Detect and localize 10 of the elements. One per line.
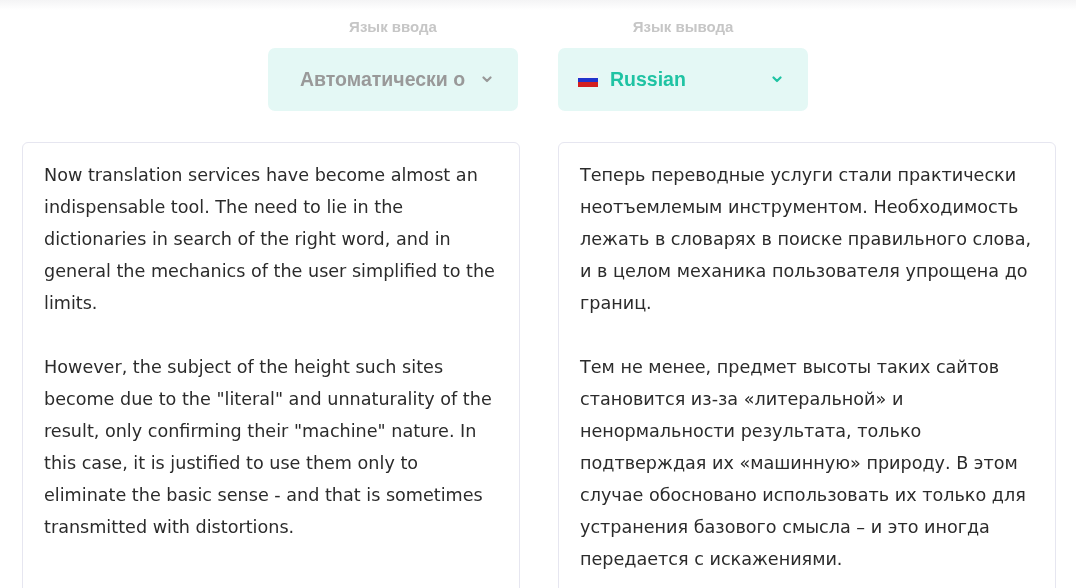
translation-paragraph: Тем не менее, предмет высоты таких сайтов становится из-за «литеральной» и ненормальности результата, только подтверждая их «машинную» природу. В этом случае обосновано использовать их только для устранения базового смысла – и это иногда передается с искажениями. xyxy=(580,356,1027,571)
chevron-down-icon xyxy=(482,76,492,83)
language-label: Язык ввода xyxy=(349,17,437,37)
chevron-down-icon xyxy=(772,76,782,83)
language-dropdown[interactable]: Russian xyxy=(558,48,808,111)
language-dropdown[interactable]: Автоматически о xyxy=(268,48,518,111)
source-text-field[interactable]: Now translation services have become almost an indispensable tool. The need to lie in the dictionaries in search of the right word, and in general the mechanics of the user simplified to the limits. However, the subject of the height such sites become due to the "literal" and unnaturality of the result, only confirming their "machine" nature. In this case, it is justified to use them only to eliminate the basic sense - and that is sometimes transmitted with distortions. xyxy=(22,142,520,588)
translation-paragraph: Теперь переводные услуги стали практически неотъемлемым инструментом. Необходимость лежать в словарях в поиске правильного слова, и в целом механика пользователя упрощена до границ. xyxy=(580,164,1032,315)
language-label: Язык вывода xyxy=(632,17,734,37)
flag-icon xyxy=(578,72,598,87)
